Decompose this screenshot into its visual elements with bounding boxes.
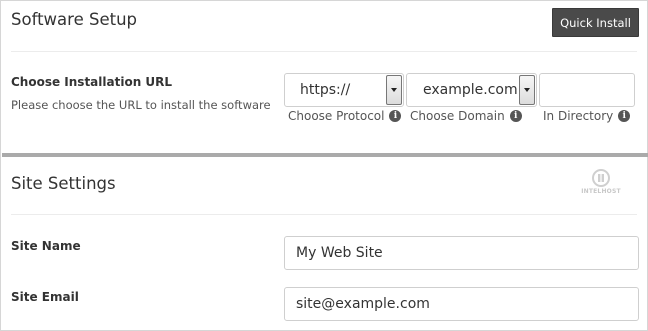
directory-caption: In Directory i: [543, 109, 631, 123]
intelhost-logo: INTELHOST: [576, 169, 626, 197]
site-email-label: Site Email: [11, 290, 79, 304]
divider: [11, 214, 637, 215]
install-url-label: Choose Installation URL: [11, 75, 173, 89]
directory-input[interactable]: [539, 73, 635, 107]
site-name-label: Site Name: [11, 239, 81, 253]
info-icon[interactable]: i: [509, 110, 522, 122]
domain-caption: Choose Domain i: [410, 109, 522, 123]
protocol-value: https://: [300, 82, 351, 98]
divider: [11, 51, 637, 52]
domain-select[interactable]: example.com: [406, 73, 537, 107]
protocol-caption: Choose Protocol i: [288, 109, 402, 123]
site-name-input[interactable]: My Web Site: [284, 236, 639, 270]
chevron-down-icon[interactable]: [519, 75, 535, 105]
intelhost-logo-icon: [592, 169, 610, 187]
domain-value: example.com: [423, 82, 518, 98]
logo-text: INTELHOST: [581, 188, 621, 195]
section-divider: [2, 153, 648, 157]
site-email-input[interactable]: site@example.com: [284, 287, 639, 321]
quick-install-button[interactable]: Quick Install: [552, 8, 639, 37]
protocol-select[interactable]: https://: [284, 73, 404, 107]
directory-caption-text: In Directory: [543, 109, 614, 123]
section-title-software-setup: Software Setup: [11, 10, 138, 29]
software-setup-panel: Software Setup Quick Install Choose Inst…: [0, 0, 648, 331]
chevron-down-icon[interactable]: [386, 75, 402, 105]
install-url-description: Please choose the URL to install the sof…: [11, 98, 271, 112]
info-icon[interactable]: i: [389, 110, 402, 122]
protocol-caption-text: Choose Protocol: [288, 109, 385, 123]
section-title-site-settings: Site Settings: [11, 174, 116, 193]
domain-caption-text: Choose Domain: [410, 109, 505, 123]
info-icon[interactable]: i: [618, 110, 631, 122]
